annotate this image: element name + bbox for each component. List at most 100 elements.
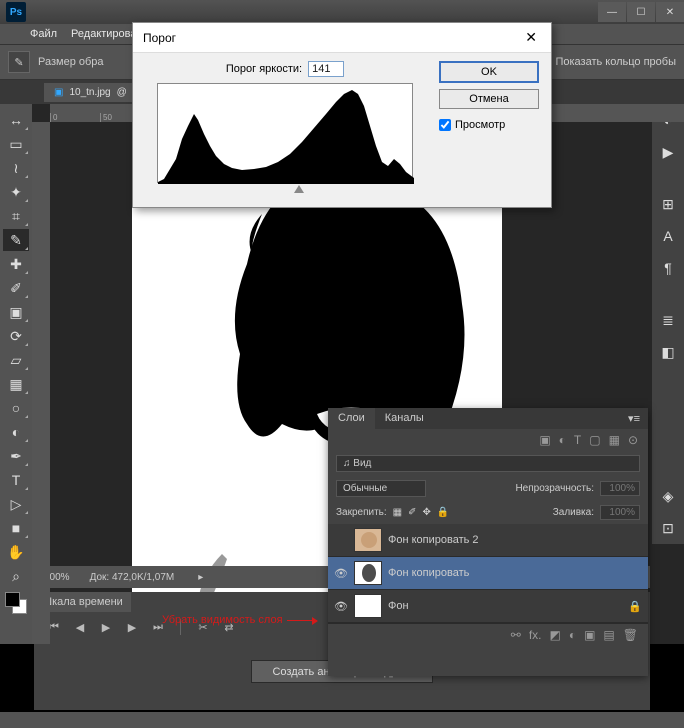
layer-visibility-toggle[interactable]: 👁 bbox=[334, 567, 348, 579]
layer-visibility-toggle[interactable]: 👁 bbox=[334, 600, 348, 612]
path-select-tool[interactable]: ▷ bbox=[3, 493, 29, 515]
filter-toggle-icon[interactable]: ⊙ bbox=[628, 433, 638, 447]
layer-row[interactable]: 👁 Фон копировать bbox=[328, 557, 648, 590]
filter-shape-icon[interactable]: ▢ bbox=[589, 433, 600, 447]
layer-row[interactable]: Фон копировать 2 bbox=[328, 524, 648, 557]
timeline-play-icon[interactable]: ▶ bbox=[96, 618, 116, 636]
pen-tool[interactable]: ✒ bbox=[3, 445, 29, 467]
swatches-panel-icon[interactable]: ▶ bbox=[655, 137, 681, 167]
dialog-close-icon[interactable]: ✕ bbox=[521, 29, 541, 46]
lasso-tool[interactable]: ≀ bbox=[3, 157, 29, 179]
layers-panel-tabs: Слои Каналы ▾≡ bbox=[328, 408, 648, 429]
threshold-input[interactable] bbox=[308, 61, 344, 77]
type-tool[interactable]: T bbox=[3, 469, 29, 491]
preview-checkbox[interactable] bbox=[439, 119, 451, 131]
preview-checkbox-row[interactable]: Просмотр bbox=[439, 119, 539, 131]
lock-transparency-icon[interactable]: ▦ bbox=[393, 507, 402, 518]
move-tool[interactable]: ↔ bbox=[3, 109, 29, 131]
tab-channels[interactable]: Каналы bbox=[375, 408, 434, 429]
layer-name[interactable]: Фон копировать bbox=[388, 567, 469, 579]
cancel-button[interactable]: Отмена bbox=[439, 89, 539, 109]
marquee-tool[interactable]: ▭ bbox=[3, 133, 29, 155]
dialog-titlebar[interactable]: Порог ✕ bbox=[133, 23, 551, 53]
history-brush-tool[interactable]: ⟳ bbox=[3, 325, 29, 347]
blur-tool[interactable]: ○ bbox=[3, 397, 29, 419]
opacity-label: Непрозрачность: bbox=[515, 483, 594, 494]
panel-menu-icon[interactable]: ▾≡ bbox=[620, 408, 648, 429]
layer-list: Фон копировать 2 👁 Фон копировать 👁 Фон … bbox=[328, 524, 648, 623]
menu-file[interactable]: Файл bbox=[30, 28, 57, 40]
adjustment-layer-icon[interactable]: ◐ bbox=[569, 628, 576, 642]
options-label-ring: Показать кольцо пробы bbox=[555, 56, 676, 68]
layer-mask-icon[interactable]: ◩ bbox=[549, 628, 560, 642]
threshold-slider[interactable] bbox=[145, 185, 425, 197]
gradient-tool[interactable]: ▦ bbox=[3, 373, 29, 395]
character-panel-icon[interactable]: A bbox=[655, 221, 681, 251]
layer-filter-row: ▣ ◐ T ▢ ▦ ⊙ bbox=[328, 429, 648, 451]
filter-smart-icon[interactable]: ▦ bbox=[609, 433, 620, 447]
filter-adjustment-icon[interactable]: ◐ bbox=[559, 433, 566, 447]
channels-panel-icon[interactable]: ◧ bbox=[655, 337, 681, 367]
layer-name[interactable]: Фон bbox=[388, 600, 409, 612]
zoom-tool[interactable]: ⌕ bbox=[3, 565, 29, 587]
options-label-sample: Размер обра bbox=[38, 56, 104, 68]
lock-position-icon[interactable]: ✥ bbox=[423, 507, 431, 518]
window-maximize[interactable]: ☐ bbox=[627, 2, 655, 22]
layer-thumbnail[interactable] bbox=[354, 561, 382, 585]
layer-row[interactable]: 👁 Фон 🔒 bbox=[328, 590, 648, 623]
layer-name[interactable]: Фон копировать 2 bbox=[388, 534, 479, 546]
layer-group-icon[interactable]: ▣ bbox=[584, 628, 595, 642]
window-close[interactable]: ✕ bbox=[656, 2, 684, 22]
dodge-tool[interactable]: ◐ bbox=[3, 421, 29, 443]
new-layer-icon[interactable]: ▤ bbox=[603, 628, 614, 642]
layer-thumbnail[interactable] bbox=[354, 528, 382, 552]
blend-mode-dropdown[interactable]: Обычные bbox=[336, 480, 426, 497]
adjustments-panel-icon[interactable]: ⊞ bbox=[655, 189, 681, 219]
filter-kind-dropdown[interactable]: ♫ Вид bbox=[336, 455, 640, 472]
paragraph-panel-icon[interactable]: ¶ bbox=[655, 253, 681, 283]
layers-panel-bottom: ⚯ fx. ◩ ◐ ▣ ▤ 🗑 bbox=[328, 623, 648, 646]
heal-tool[interactable]: ✚ bbox=[3, 253, 29, 275]
threshold-label: Порог яркости: bbox=[226, 63, 302, 75]
link-layers-icon[interactable]: ⚯ bbox=[511, 628, 521, 642]
layer-thumbnail[interactable] bbox=[354, 594, 382, 618]
window-minimize[interactable]: — bbox=[598, 2, 626, 22]
slider-handle-icon[interactable] bbox=[294, 185, 304, 193]
filter-type-icon[interactable]: T bbox=[574, 433, 581, 447]
status-menu-icon[interactable]: ▸ bbox=[198, 572, 203, 583]
timeline-prev-icon[interactable]: ◀ bbox=[70, 618, 90, 636]
brush-tool[interactable]: ✐ bbox=[3, 277, 29, 299]
delete-layer-icon[interactable]: 🗑 bbox=[623, 628, 638, 642]
layers-panel-icon[interactable]: ≣ bbox=[655, 305, 681, 335]
timeline-next-icon[interactable]: ▶ bbox=[122, 618, 142, 636]
ruler-vertical bbox=[32, 122, 50, 644]
right-dock-strip: ◐ ▶ ⊞ A ¶ ≣ ◧ ◈ ⊡ bbox=[652, 104, 684, 544]
opacity-value[interactable]: 100% bbox=[600, 481, 640, 496]
stamp-tool[interactable]: ▣ bbox=[3, 301, 29, 323]
tab-layers[interactable]: Слои bbox=[328, 408, 375, 429]
layer-fx-icon[interactable]: fx. bbox=[529, 628, 542, 642]
wand-tool[interactable]: ✦ bbox=[3, 181, 29, 203]
foreground-swatch[interactable] bbox=[5, 592, 20, 607]
dock-panel-icon[interactable]: ◈ bbox=[655, 481, 681, 511]
app-bottombar bbox=[0, 712, 684, 728]
crop-tool[interactable]: ⌗ bbox=[3, 205, 29, 227]
eraser-tool[interactable]: ▱ bbox=[3, 349, 29, 371]
filter-image-icon[interactable]: ▣ bbox=[539, 433, 550, 447]
tool-preset-icon[interactable]: ✎ bbox=[8, 51, 30, 73]
lock-paint-icon[interactable]: ✐ bbox=[408, 507, 416, 518]
annotation-text: Убрать видимость слоя bbox=[162, 614, 283, 626]
dock-panel-icon-2[interactable]: ⊡ bbox=[655, 513, 681, 543]
window-controls: — ☐ ✕ bbox=[597, 2, 684, 22]
toolbox: ↔ ▭ ≀ ✦ ⌗ ✎ ✚ ✐ ▣ ⟳ ▱ ▦ ○ ◐ ✒ T ▷ ■ ✋ ⌕ bbox=[0, 104, 32, 644]
ok-button[interactable]: OK bbox=[439, 61, 539, 83]
lock-all-icon[interactable]: 🔒 bbox=[437, 507, 449, 518]
fill-value[interactable]: 100% bbox=[600, 505, 640, 520]
layer-visibility-toggle[interactable] bbox=[334, 534, 348, 546]
eyedropper-tool[interactable]: ✎ bbox=[3, 229, 29, 251]
color-swatches[interactable] bbox=[5, 592, 27, 614]
hand-tool[interactable]: ✋ bbox=[3, 541, 29, 563]
shape-tool[interactable]: ■ bbox=[3, 517, 29, 539]
window-titlebar: Ps — ☐ ✕ bbox=[0, 0, 684, 24]
document-tab-filename: 10_tn.jpg bbox=[69, 87, 110, 98]
